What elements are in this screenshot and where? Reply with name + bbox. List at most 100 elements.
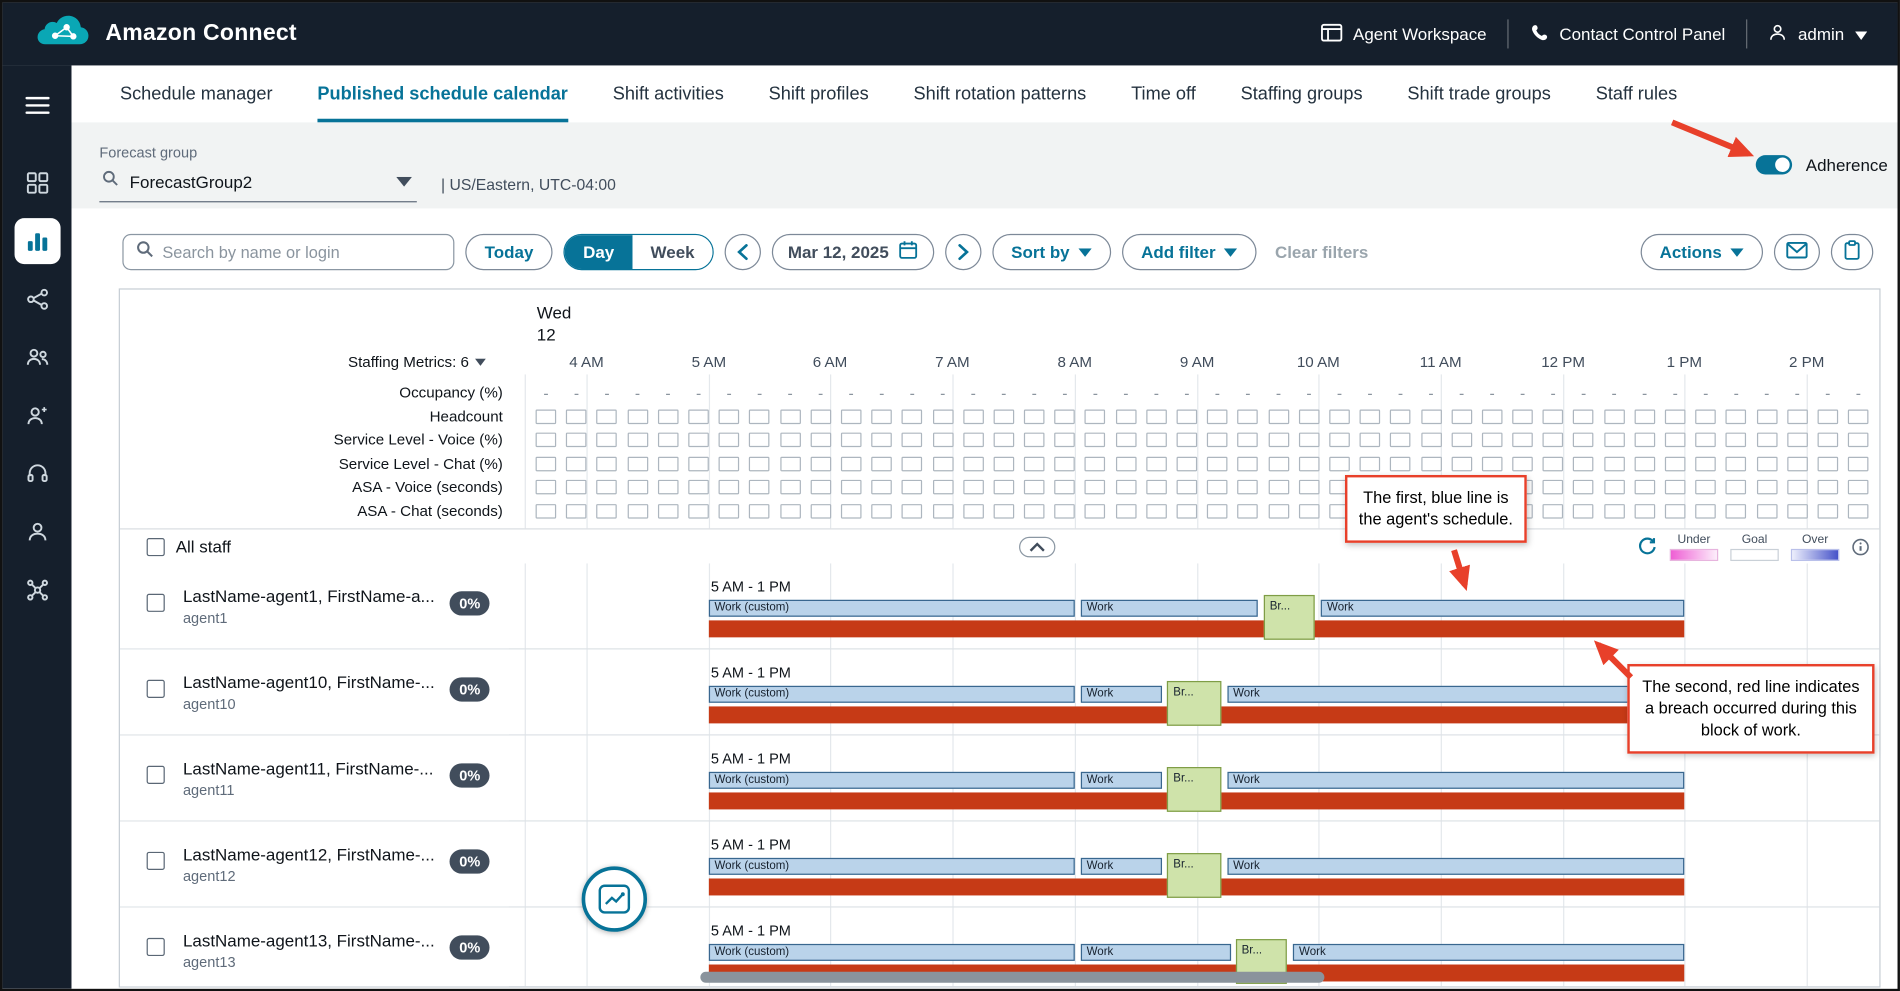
metric-input-cell[interactable] xyxy=(592,477,623,501)
metric-input-cell[interactable] xyxy=(1690,429,1721,453)
metric-input-cell[interactable] xyxy=(1263,500,1294,524)
metric-input-cell[interactable] xyxy=(1263,477,1294,501)
metric-input-cell[interactable] xyxy=(927,477,958,501)
metric-input-cell[interactable] xyxy=(1385,453,1416,477)
metric-input-cell[interactable] xyxy=(1782,500,1813,524)
metric-input-cell[interactable] xyxy=(1294,500,1325,524)
contact-control-panel-link[interactable]: Contact Control Panel xyxy=(1508,22,1745,45)
metric-input-cell[interactable] xyxy=(1782,453,1813,477)
metric-input-cell[interactable] xyxy=(653,453,684,477)
work-block[interactable]: Work xyxy=(1293,944,1685,961)
metric-input-cell[interactable] xyxy=(1294,453,1325,477)
agent-insights-icon[interactable] xyxy=(14,393,60,439)
work-block[interactable]: Work xyxy=(1081,600,1258,617)
metric-input-cell[interactable] xyxy=(744,500,775,524)
metric-input-cell[interactable] xyxy=(1629,405,1660,429)
actions-button[interactable]: Actions xyxy=(1640,234,1763,270)
metric-input-cell[interactable] xyxy=(653,405,684,429)
agent-checkbox[interactable] xyxy=(147,852,165,870)
metric-input-cell[interactable] xyxy=(1416,429,1447,453)
metric-input-cell[interactable] xyxy=(1782,477,1813,501)
metric-input-cell[interactable] xyxy=(1141,500,1172,524)
routing-flow-icon[interactable] xyxy=(14,276,60,322)
break-block[interactable]: Br... xyxy=(1167,681,1221,726)
metric-input-cell[interactable] xyxy=(1782,429,1813,453)
metric-input-cell[interactable] xyxy=(775,405,806,429)
metric-input-cell[interactable] xyxy=(775,500,806,524)
metric-input-cell[interactable] xyxy=(775,429,806,453)
week-segment[interactable]: Week xyxy=(632,235,712,269)
hamburger-menu-icon[interactable] xyxy=(14,82,60,128)
metric-input-cell[interactable] xyxy=(1019,405,1050,429)
metric-input-cell[interactable] xyxy=(1019,500,1050,524)
clipboard-button[interactable] xyxy=(1831,234,1873,270)
metric-input-cell[interactable] xyxy=(1324,405,1355,429)
tab-shift-activities[interactable]: Shift activities xyxy=(613,65,724,122)
collapse-metrics-button[interactable] xyxy=(1019,537,1055,558)
metric-input-cell[interactable] xyxy=(1568,429,1599,453)
metric-input-cell[interactable] xyxy=(744,429,775,453)
metric-input-cell[interactable] xyxy=(744,477,775,501)
metric-input-cell[interactable] xyxy=(683,500,714,524)
metric-input-cell[interactable] xyxy=(1690,500,1721,524)
metric-input-cell[interactable] xyxy=(1629,500,1660,524)
metrics-chart-floating-button[interactable] xyxy=(582,866,647,931)
metric-input-cell[interactable] xyxy=(1324,429,1355,453)
metric-input-cell[interactable] xyxy=(1507,453,1538,477)
metric-input-cell[interactable] xyxy=(927,429,958,453)
metric-input-cell[interactable] xyxy=(1843,429,1874,453)
metric-input-cell[interactable] xyxy=(653,477,684,501)
metric-input-cell[interactable] xyxy=(1538,405,1569,429)
metric-input-cell[interactable] xyxy=(1477,429,1508,453)
metric-input-cell[interactable] xyxy=(775,477,806,501)
metric-input-cell[interactable] xyxy=(1202,453,1233,477)
metric-input-cell[interactable] xyxy=(836,405,867,429)
metric-input-cell[interactable] xyxy=(805,453,836,477)
metric-input-cell[interactable] xyxy=(1233,477,1264,501)
work-block[interactable]: Work xyxy=(1081,772,1163,789)
metric-input-cell[interactable] xyxy=(1416,453,1447,477)
customer-profiles-icon[interactable] xyxy=(14,509,60,555)
today-button[interactable]: Today xyxy=(465,234,552,270)
break-block[interactable]: Br... xyxy=(1264,595,1315,640)
metric-input-cell[interactable] xyxy=(1843,500,1874,524)
metric-input-cell[interactable] xyxy=(897,477,928,501)
tab-staffing-groups[interactable]: Staffing groups xyxy=(1241,65,1363,122)
analytics-bar-chart-icon[interactable] xyxy=(14,218,60,264)
metric-input-cell[interactable] xyxy=(1050,405,1081,429)
metric-input-cell[interactable] xyxy=(1324,453,1355,477)
metric-input-cell[interactable] xyxy=(1172,429,1203,453)
integrations-icon[interactable] xyxy=(14,567,60,613)
metric-input-cell[interactable] xyxy=(1843,405,1874,429)
metric-input-cell[interactable] xyxy=(531,477,562,501)
metric-input-cell[interactable] xyxy=(866,405,897,429)
metric-input-cell[interactable] xyxy=(683,405,714,429)
work-block[interactable]: Work (custom) xyxy=(708,600,1074,617)
metric-input-cell[interactable] xyxy=(531,453,562,477)
users-icon[interactable] xyxy=(14,334,60,380)
metric-input-cell[interactable] xyxy=(1385,429,1416,453)
metric-input-cell[interactable] xyxy=(1263,405,1294,429)
work-block[interactable]: Work xyxy=(1081,858,1163,875)
metric-input-cell[interactable] xyxy=(622,477,653,501)
metric-input-cell[interactable] xyxy=(744,453,775,477)
search-input[interactable] xyxy=(162,243,441,261)
metric-input-cell[interactable] xyxy=(1813,429,1844,453)
metric-input-cell[interactable] xyxy=(1538,477,1569,501)
metric-input-cell[interactable] xyxy=(958,405,989,429)
metric-input-cell[interactable] xyxy=(1080,500,1111,524)
work-block[interactable]: Work xyxy=(1227,686,1685,703)
metric-input-cell[interactable] xyxy=(1111,453,1142,477)
metric-input-cell[interactable] xyxy=(714,477,745,501)
refresh-icon[interactable] xyxy=(1637,537,1658,558)
metric-input-cell[interactable] xyxy=(1477,405,1508,429)
metric-input-cell[interactable] xyxy=(1141,453,1172,477)
metric-input-cell[interactable] xyxy=(1813,477,1844,501)
adherence-breach-bar[interactable] xyxy=(708,620,1684,637)
metric-input-cell[interactable] xyxy=(1111,429,1142,453)
metric-input-cell[interactable] xyxy=(1507,429,1538,453)
metric-input-cell[interactable] xyxy=(592,405,623,429)
work-block[interactable]: Work (custom) xyxy=(708,772,1074,789)
metric-input-cell[interactable] xyxy=(1202,405,1233,429)
metric-input-cell[interactable] xyxy=(1721,453,1752,477)
